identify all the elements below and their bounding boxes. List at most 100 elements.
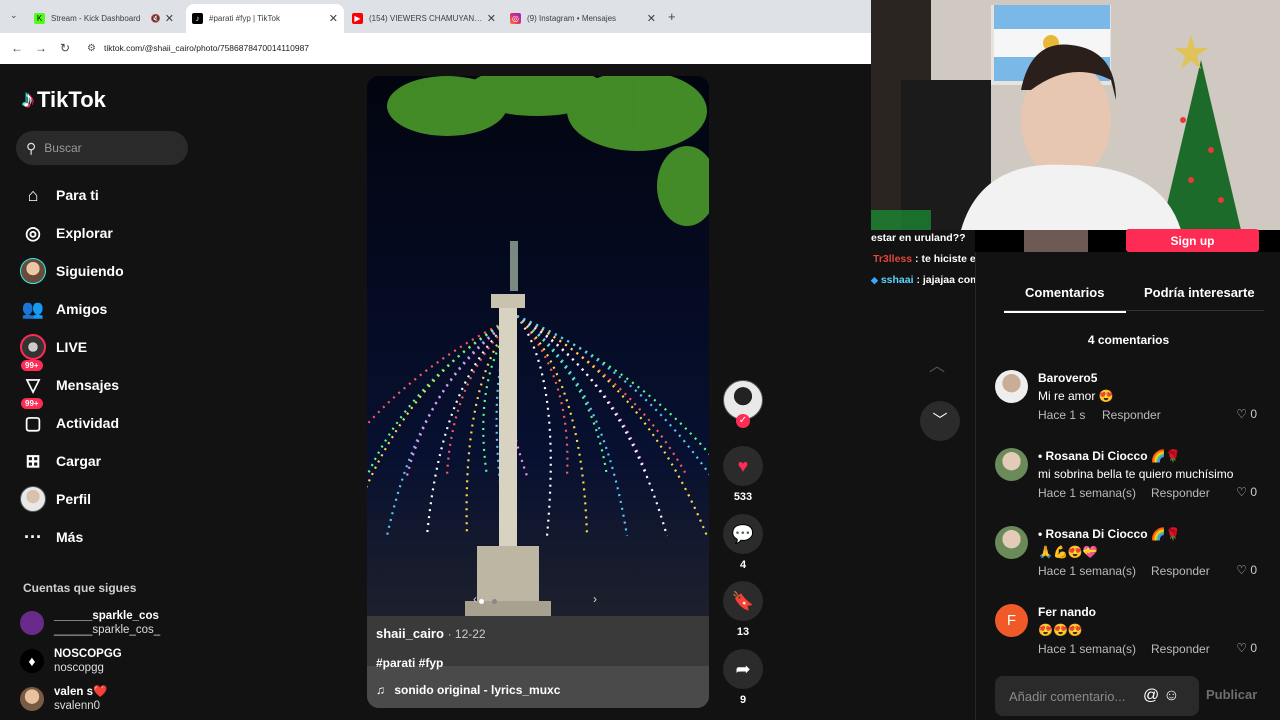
close-tab-icon[interactable]: ✕ xyxy=(329,12,338,25)
search-icon: ⚲ xyxy=(26,139,37,156)
account-name: ______sparkle_cos xyxy=(54,610,159,622)
nav-amigos[interactable]: 👥 Amigos xyxy=(20,290,220,328)
commenter-name[interactable]: Fer nando xyxy=(1038,605,1096,619)
new-tab-icon[interactable]: + xyxy=(668,9,676,24)
site-info-icon[interactable]: ⚙ xyxy=(87,43,96,54)
logo-text: TikTok xyxy=(37,87,106,112)
comment-text: mi sobrina bella te quiero muchísimo xyxy=(1038,467,1234,481)
search-input[interactable] xyxy=(44,141,165,155)
following-account[interactable]: ______sparkle_cos ______sparkle_cos_ xyxy=(20,604,160,642)
commenter-name[interactable]: • Rosana Di Ciocco 🌈🌹 xyxy=(1038,527,1181,541)
comment-like-count: 0 xyxy=(1250,407,1257,421)
next-photo-icon[interactable]: › xyxy=(593,592,597,606)
author-username[interactable]: shaii_cairo xyxy=(376,626,444,641)
prev-photo-icon[interactable]: ‹ xyxy=(473,592,477,606)
comment-button[interactable]: 💬 4 xyxy=(723,514,763,571)
follow-check-icon[interactable]: ✓ xyxy=(736,414,750,428)
tab-comentarios[interactable]: Comentarios xyxy=(1003,285,1128,313)
chevron-down-icon[interactable]: ﹀ xyxy=(920,401,960,441)
tab-search-chevron-icon[interactable]: ⌄ xyxy=(10,10,18,21)
nav-live[interactable]: LIVE xyxy=(20,328,220,366)
heart-outline-icon: ♡ xyxy=(1236,563,1247,577)
tab-tiktok[interactable]: ♪ #parati #fyp | TikTok ✕ xyxy=(186,4,344,33)
emoji-icon[interactable]: ☺ xyxy=(1163,687,1179,705)
comment-input-box[interactable]: @ ☺ xyxy=(995,676,1199,716)
close-tab-icon[interactable]: ✕ xyxy=(647,12,656,25)
following-account[interactable]: ♦ NOSCOPGG noscopgg xyxy=(20,642,160,680)
nav-mas[interactable]: ··· Más xyxy=(20,518,220,556)
upload-icon: ⊞ xyxy=(25,450,41,471)
nav-para-ti[interactable]: ⌂ Para ti xyxy=(20,176,220,214)
account-username: svalenn0 xyxy=(54,700,101,712)
close-tab-icon[interactable]: ✕ xyxy=(487,12,496,25)
chevron-up-icon[interactable]: ︿ xyxy=(929,352,945,376)
heart-outline-icon: ♡ xyxy=(1236,641,1247,655)
like-button[interactable]: ♥ 533 xyxy=(723,446,763,503)
video-author[interactable]: shaii_cairo · 12-22 xyxy=(376,626,486,641)
commenter-avatar[interactable]: F xyxy=(995,604,1028,637)
comment-time: Hace 1 s xyxy=(1038,408,1086,422)
muted-icon[interactable]: 🔇 xyxy=(151,14,161,23)
video-player[interactable]: ‹ › shaii_cairo · 12-22 #parati #fyp ♫ s… xyxy=(367,76,709,708)
comment-like-button[interactable]: ♡ 0 xyxy=(1236,641,1257,655)
nav-explorar[interactable]: ◎ Explorar xyxy=(20,214,220,252)
nav-label: Amigos xyxy=(56,301,108,317)
reply-button[interactable]: Responder xyxy=(1102,408,1161,422)
search-box[interactable]: ⚲ xyxy=(16,131,188,165)
following-account[interactable]: valen s❤️ svalenn0 xyxy=(20,680,160,718)
reply-button[interactable]: Responder xyxy=(1151,642,1210,656)
comment-item: • Rosana Di Ciocco 🌈🌹 mi sobrina bella t… xyxy=(995,448,1265,518)
nav-label: Para ti xyxy=(56,187,99,203)
heart-outline-icon: ♡ xyxy=(1236,485,1247,499)
nav-actividad[interactable]: ▢ 99+ Actividad xyxy=(20,398,220,442)
tab-youtube[interactable]: ▶ (154) VIEWERS CHAMUYANDO... ✕ xyxy=(346,4,502,33)
commenter-avatar[interactable] xyxy=(995,370,1028,403)
sound-name[interactable]: sonido original - lyrics_muxc xyxy=(394,683,560,697)
save-button[interactable]: 🔖 13 xyxy=(723,581,763,638)
tab-instagram[interactable]: ◎ (9) Instagram • Mensajes ✕ xyxy=(504,4,662,33)
reload-icon[interactable]: ↻ xyxy=(53,41,77,55)
commenter-avatar[interactable] xyxy=(995,448,1028,481)
tab-title: (154) VIEWERS CHAMUYANDO... xyxy=(369,14,483,23)
comment-icon: 💬 xyxy=(723,514,763,554)
live-icon xyxy=(20,334,46,360)
nav-perfil[interactable]: Perfil xyxy=(20,480,220,518)
tiktok-logo[interactable]: ♪ TikTok xyxy=(22,86,106,114)
youtube-icon: ▶ xyxy=(352,13,363,24)
profile-avatar xyxy=(20,486,46,512)
nav-siguiendo[interactable]: Siguiendo xyxy=(20,252,220,290)
video-hashtags[interactable]: #parati #fyp xyxy=(376,656,443,670)
account-name: NOSCOPGG xyxy=(54,648,122,660)
video-sound[interactable]: ♫ sonido original - lyrics_muxc xyxy=(376,683,560,697)
mention-icon[interactable]: @ xyxy=(1143,687,1159,705)
tab-title: (9) Instagram • Mensajes xyxy=(527,14,617,23)
nav-cargar[interactable]: ⊞ Cargar xyxy=(20,442,220,480)
nav-mensajes[interactable]: ▽ 99+ Mensajes xyxy=(20,360,220,404)
address-bar: ← → ↻ ⚙ tiktok.com/@shaii_cairo/photo/75… xyxy=(0,33,871,63)
tab-kick[interactable]: K Stream - Kick Dashboard 🔇 ✕ xyxy=(28,4,180,33)
carousel-indicator xyxy=(479,599,497,604)
url-field[interactable]: tiktok.com/@shaii_cairo/photo/7586878470… xyxy=(104,43,309,53)
comment-like-button[interactable]: ♡ 0 xyxy=(1236,485,1257,499)
comment-time: Hace 1 semana(s) xyxy=(1038,642,1137,656)
account-username: ______sparkle_cos_ xyxy=(54,624,161,636)
chat-badge-icon: ◆ xyxy=(871,275,878,285)
comment-like-button[interactable]: ♡ 0 xyxy=(1236,407,1257,421)
forward-icon[interactable]: → xyxy=(29,41,53,55)
reply-button[interactable]: Responder xyxy=(1151,564,1210,578)
commenter-name[interactable]: • Rosana Di Ciocco 🌈🌹 xyxy=(1038,449,1181,463)
author-avatar-button[interactable]: ✓ xyxy=(723,380,763,428)
close-tab-icon[interactable]: ✕ xyxy=(165,12,174,25)
commenter-name[interactable]: Barovero5 xyxy=(1038,371,1097,385)
back-icon[interactable]: ← xyxy=(5,41,29,55)
publish-button[interactable]: Publicar xyxy=(1206,687,1257,702)
sign-up-button[interactable]: Sign up xyxy=(1126,229,1259,252)
reply-button[interactable]: Responder xyxy=(1151,486,1210,500)
tab-podria-interesarte[interactable]: Podría interesarte xyxy=(1144,285,1255,300)
comment-like-button[interactable]: ♡ 0 xyxy=(1236,563,1257,577)
comment-input[interactable] xyxy=(1009,688,1139,704)
share-button[interactable]: ➦ 9 xyxy=(723,649,763,706)
commenter-avatar[interactable] xyxy=(995,526,1028,559)
compass-icon: ◎ xyxy=(25,222,41,243)
comment-count: 4 xyxy=(739,559,747,571)
